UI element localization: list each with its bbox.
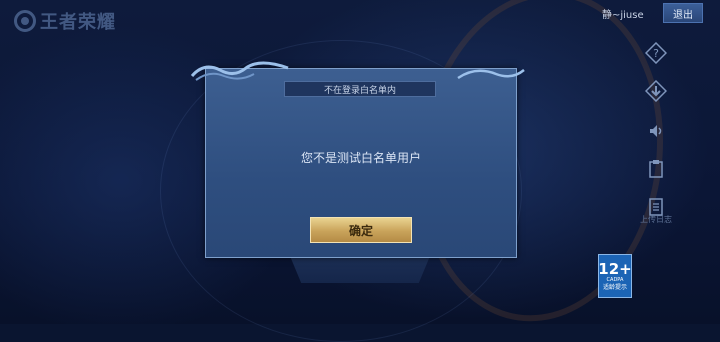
logo-icon <box>14 10 36 32</box>
question-icon[interactable]: ? <box>645 42 667 64</box>
logo-text: 王者荣耀 <box>40 12 116 33</box>
svg-text:?: ? <box>653 47 659 60</box>
speaker-icon[interactable] <box>645 120 667 142</box>
dialog-swirl-ornament <box>457 69 525 80</box>
upload-log-label[interactable]: 上传日志 <box>640 214 672 225</box>
confirm-button[interactable]: 确定 <box>310 217 412 243</box>
dialog-swirl-ornament <box>190 61 289 81</box>
logout-button[interactable]: 退出 <box>663 3 703 23</box>
age-rating-org: CADPA <box>606 276 624 283</box>
age-rating-text: 适龄提示 <box>602 283 627 291</box>
game-logo: 王者荣耀 <box>14 8 116 34</box>
download-icon[interactable] <box>645 80 667 102</box>
dialog-message: 您不是测试白名单用户 <box>300 151 421 165</box>
dialog-footer-ornament <box>290 256 430 283</box>
alert-dialog: 不在登录白名单内 您不是测试白名单用户 确定 <box>205 68 517 258</box>
dialog-title: 不在登录白名单内 <box>284 81 436 97</box>
clipboard-icon[interactable] <box>645 158 667 180</box>
username: 静~jiuse <box>602 10 644 21</box>
age-rating-badge: 12+ CADPA 适龄提示 <box>598 254 632 298</box>
age-rating-number: 12+ <box>598 259 632 278</box>
